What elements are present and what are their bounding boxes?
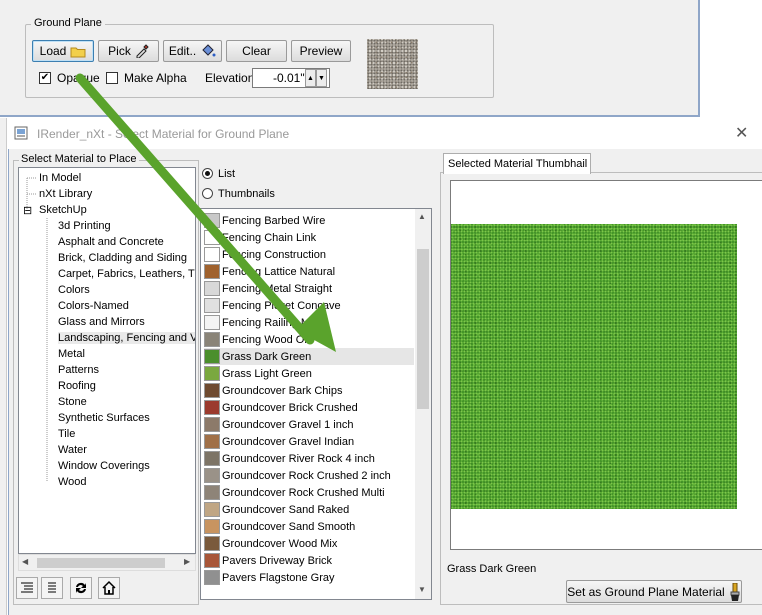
annotation-arrow: [75, 73, 336, 352]
